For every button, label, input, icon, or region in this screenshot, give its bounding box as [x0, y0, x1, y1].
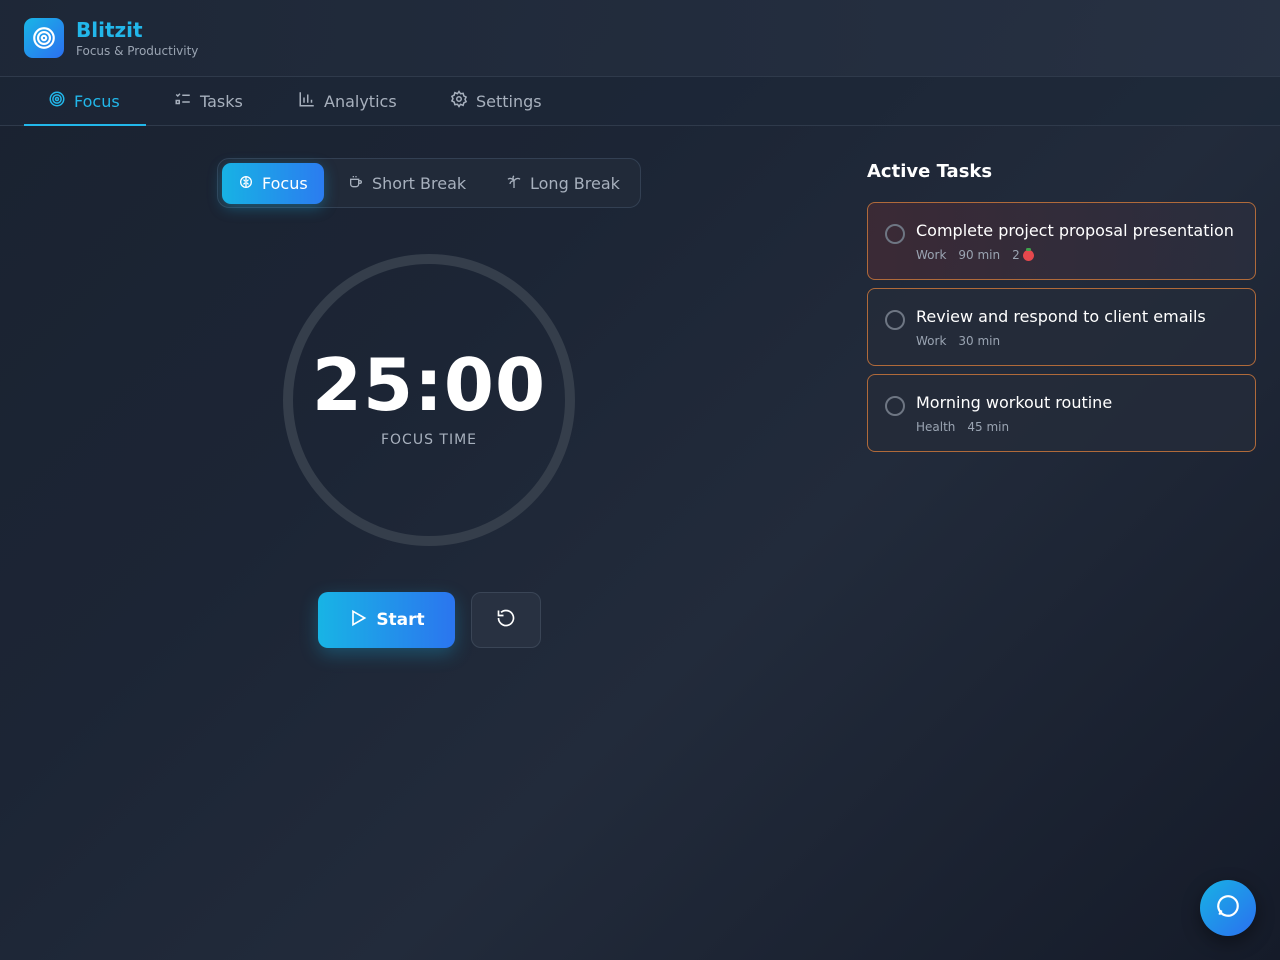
gear-icon: [450, 90, 468, 112]
tab-label: Focus: [74, 91, 120, 111]
mode-label: Long Break: [530, 174, 620, 193]
mode-short-break-button[interactable]: Short Break: [332, 163, 482, 204]
tab-focus[interactable]: Focus: [24, 77, 146, 126]
pomodoro-count: 2: [1012, 248, 1020, 262]
tomato-icon: [1022, 248, 1034, 261]
start-button[interactable]: Start: [318, 592, 455, 648]
task-meta: Work 30 min: [916, 334, 1000, 348]
chat-button[interactable]: [1200, 880, 1256, 936]
timer-display: 25:00: [311, 343, 547, 427]
task-meta: Health 45 min: [916, 420, 1009, 434]
task-meta: Work 90 min 2: [916, 248, 1034, 262]
task-card[interactable]: Morning workout routine Health 45 min: [867, 374, 1256, 452]
task-duration: 30 min: [958, 334, 1001, 348]
tab-label: Tasks: [200, 91, 243, 111]
mode-label: Short Break: [372, 174, 467, 193]
timer-label: FOCUS TIME: [380, 432, 478, 448]
reset-button[interactable]: [471, 592, 541, 648]
bar-chart-icon: [298, 90, 316, 112]
task-checkbox[interactable]: [885, 224, 905, 244]
chat-bubble-icon: [1215, 893, 1241, 923]
mode-long-break-button[interactable]: Long Break: [490, 163, 636, 204]
start-label: Start: [376, 610, 425, 630]
task-checkbox[interactable]: [885, 310, 905, 330]
palm-tree-icon: [506, 174, 522, 194]
target-icon[interactable]: [24, 18, 64, 58]
task-title: Review and respond to client emails: [916, 307, 1206, 326]
task-checkbox[interactable]: [885, 396, 905, 416]
task-category: Work: [916, 248, 947, 262]
app-title: Blitzit: [76, 18, 143, 42]
task-title: Morning workout routine: [916, 393, 1113, 412]
task-pomodoros: 2: [1012, 248, 1034, 262]
tab-label: Analytics: [324, 91, 397, 111]
list-checks-icon: [174, 90, 192, 112]
task-card[interactable]: Complete project proposal presentation W…: [867, 202, 1256, 280]
tab-label: Settings: [476, 91, 542, 111]
coffee-icon: [348, 174, 364, 194]
task-duration: 45 min: [967, 420, 1010, 434]
main-nav: Focus Tasks Analytics Settings: [0, 77, 1280, 126]
task-title: Complete project proposal presentation: [916, 221, 1234, 240]
tab-analytics[interactable]: Analytics: [274, 77, 421, 125]
target-icon: [48, 90, 66, 112]
mode-focus-button[interactable]: Focus: [222, 163, 324, 204]
app-subtitle: Focus & Productivity: [76, 44, 199, 58]
task-category: Health: [916, 420, 956, 434]
task-duration: 90 min: [958, 248, 1001, 262]
play-icon: [348, 608, 368, 633]
mode-label: Focus: [262, 174, 308, 193]
tab-settings[interactable]: Settings: [426, 77, 566, 125]
app-header: Blitzit Focus & Productivity: [0, 0, 1280, 77]
tab-tasks[interactable]: Tasks: [150, 77, 267, 125]
brain-icon: [238, 174, 254, 194]
tasks-title: Active Tasks: [867, 161, 993, 182]
timer-mode-switch: Focus Short Break Long Break: [217, 158, 641, 208]
rotate-ccw-icon: [496, 608, 516, 632]
task-category: Work: [916, 334, 947, 348]
task-card[interactable]: Review and respond to client emails Work…: [867, 288, 1256, 366]
